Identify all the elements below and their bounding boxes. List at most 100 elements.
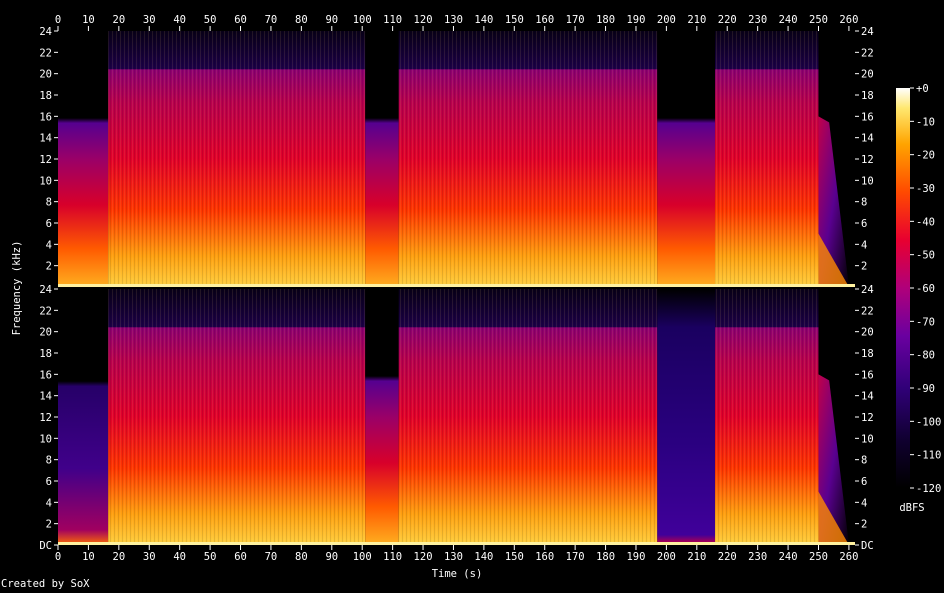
sox-credit: Created by SoX xyxy=(1,578,90,590)
x-tick-label-bottom: 240 xyxy=(779,551,798,563)
y-tick-label-left: 24 xyxy=(39,26,52,38)
x-tick-label-bottom: 20 xyxy=(113,551,126,563)
y-tick-label-left: 14 xyxy=(39,391,52,403)
y-tick-label-right: 8 xyxy=(861,197,867,209)
x-tick-label-top: 20 xyxy=(113,14,126,26)
y-tick-label-left: 4 xyxy=(46,239,52,251)
y-tick-label-left: 24 xyxy=(39,284,52,296)
spectrum-texture xyxy=(715,289,819,545)
x-tick-label-bottom: 260 xyxy=(839,551,858,563)
colorbar-tick-label: -100 xyxy=(916,416,941,428)
spectrum-texture xyxy=(715,31,819,287)
y-tick-label-left: 20 xyxy=(39,327,52,339)
y-tick-label-right: 22 xyxy=(861,305,874,317)
y-tick-label-left: 20 xyxy=(39,69,52,81)
dc-band xyxy=(58,284,855,287)
x-tick-label-top: 200 xyxy=(657,14,676,26)
y-tick-label-right: 24 xyxy=(861,26,874,38)
x-tick-label-top: 240 xyxy=(779,14,798,26)
x-tick-label-bottom: 140 xyxy=(474,551,493,563)
y-tick-label-left: 12 xyxy=(39,412,52,424)
colorbar-tick-label: -30 xyxy=(916,183,935,195)
x-tick-label-bottom: 80 xyxy=(295,551,308,563)
x-tick-label-top: 110 xyxy=(383,14,402,26)
x-tick-label-top: 0 xyxy=(55,14,61,26)
x-tick-label-top: 230 xyxy=(748,14,767,26)
x-tick-label-top: 260 xyxy=(839,14,858,26)
x-tick-label-top: 60 xyxy=(234,14,247,26)
colorbar-tick-label: -60 xyxy=(916,283,935,295)
spectrum-segment xyxy=(365,289,399,545)
y-tick-label-left: DC xyxy=(39,540,52,552)
x-tick-label-top: 250 xyxy=(809,14,828,26)
x-tick-label-top: 170 xyxy=(566,14,585,26)
y-tick-label-left: 10 xyxy=(39,175,52,187)
y-tick-label-right: 20 xyxy=(861,69,874,81)
x-tick-label-top: 180 xyxy=(596,14,615,26)
y-tick-label-right: 6 xyxy=(861,476,867,488)
y-tick-label-right: 10 xyxy=(861,175,874,187)
x-tick-label-bottom: 210 xyxy=(687,551,706,563)
x-tick-label-top: 10 xyxy=(82,14,95,26)
colorbar-tick-label: -10 xyxy=(916,116,935,128)
x-tick-label-bottom: 180 xyxy=(596,551,615,563)
y-tick-label-right: 24 xyxy=(861,284,874,296)
x-tick-label-top: 40 xyxy=(173,14,186,26)
y-tick-label-right: 14 xyxy=(861,133,874,145)
y-tick-label-right: 18 xyxy=(861,90,874,102)
y-tick-label-left: 16 xyxy=(39,369,52,381)
x-axis-label: Time (s) xyxy=(432,568,483,580)
y-tick-label-right: DC xyxy=(861,540,874,552)
colorbar-tick-label: -110 xyxy=(916,450,941,462)
y-tick-label-left: 16 xyxy=(39,111,52,123)
x-tick-label-bottom: 150 xyxy=(505,551,524,563)
y-tick-label-left: 4 xyxy=(46,497,52,509)
spectrum-segment xyxy=(657,289,716,545)
x-tick-label-top: 130 xyxy=(444,14,463,26)
y-tick-label-right: 8 xyxy=(861,455,867,467)
y-tick-label-right: 2 xyxy=(861,519,867,531)
y-tick-label-right: 6 xyxy=(861,218,867,230)
x-tick-label-bottom: 40 xyxy=(173,551,186,563)
x-tick-label-bottom: 200 xyxy=(657,551,676,563)
x-tick-label-bottom: 70 xyxy=(265,551,278,563)
x-tick-label-top: 120 xyxy=(414,14,433,26)
y-tick-label-right: 14 xyxy=(861,391,874,403)
x-tick-label-top: 50 xyxy=(204,14,217,26)
x-tick-label-top: 160 xyxy=(535,14,554,26)
x-tick-label-bottom: 100 xyxy=(353,551,372,563)
y-tick-label-right: 4 xyxy=(861,497,867,509)
dc-band xyxy=(58,542,855,545)
y-tick-label-left: 8 xyxy=(46,197,52,209)
x-tick-label-top: 220 xyxy=(718,14,737,26)
x-tick-label-bottom: 130 xyxy=(444,551,463,563)
y-tick-label-right: 16 xyxy=(861,111,874,123)
spectrogram-chart: 0 0 10 10 20 20 30 30 40 40 50 50 60 60 70 70 80 80 90 90 10… xyxy=(11,14,941,580)
colorbar-tick-label: -20 xyxy=(916,150,935,162)
x-tick-label-bottom: 160 xyxy=(535,551,554,563)
y-tick-label-left: 2 xyxy=(46,261,52,273)
spectrogram-panels xyxy=(58,31,855,545)
spectrum-texture xyxy=(398,289,658,545)
x-tick-label-top: 210 xyxy=(687,14,706,26)
y-tick-label-right: 18 xyxy=(861,348,874,360)
x-tick-label-bottom: 90 xyxy=(325,551,338,563)
x-tick-label-top: 30 xyxy=(143,14,156,26)
y-tick-label-left: 18 xyxy=(39,90,52,102)
x-tick-label-bottom: 170 xyxy=(566,551,585,563)
spectrum-segment xyxy=(58,289,109,545)
y-tick-label-right: 10 xyxy=(861,433,874,445)
y-tick-label-left: 6 xyxy=(46,218,52,230)
x-tick-label-top: 140 xyxy=(474,14,493,26)
x-tick-label-bottom: 110 xyxy=(383,551,402,563)
colorbar-tick-label: -80 xyxy=(916,350,935,362)
y-axis-label: Frequency (kHz) xyxy=(11,241,23,336)
colorbar-tick-label: -120 xyxy=(916,483,941,495)
spectrum-segment xyxy=(657,31,716,287)
y-tick-label-left: 22 xyxy=(39,47,52,59)
x-tick-label-bottom: 190 xyxy=(626,551,645,563)
spectrum-texture xyxy=(398,31,658,287)
y-tick-label-left: 14 xyxy=(39,133,52,145)
x-tick-label-bottom: 230 xyxy=(748,551,767,563)
y-tick-label-right: 12 xyxy=(861,412,874,424)
